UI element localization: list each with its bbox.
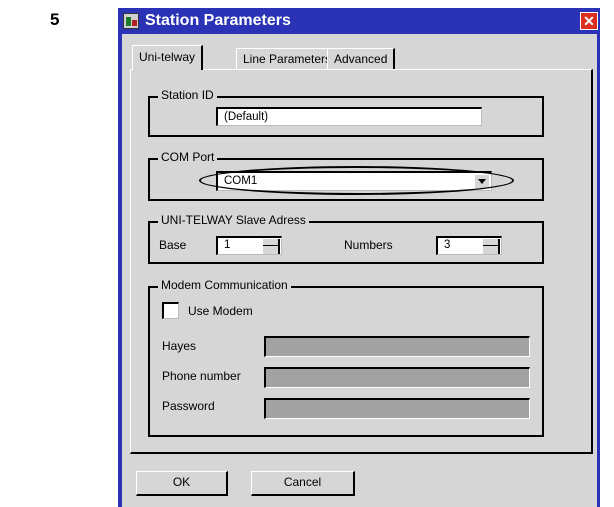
group-label: Station ID xyxy=(158,88,217,102)
spinner-buttons[interactable] xyxy=(483,239,500,254)
cancel-button[interactable]: Cancel xyxy=(251,471,355,496)
numbers-spinner[interactable]: 3 xyxy=(436,236,502,255)
base-value: 1 xyxy=(224,239,231,251)
phone-number-field xyxy=(264,367,530,388)
tab-label: Uni-telway xyxy=(139,50,196,64)
window-title: Station Parameters xyxy=(145,12,291,29)
hayes-field xyxy=(264,336,530,357)
title-bar[interactable]: Station Parameters ✕ xyxy=(118,8,600,34)
highlight-oval xyxy=(199,166,514,195)
tab-uni-telway[interactable]: Uni-telway xyxy=(132,45,204,70)
group-label: Modem Communication xyxy=(158,278,291,292)
tab-line-parameters[interactable]: Line Parameters xyxy=(236,48,340,69)
base-spinner[interactable]: 1 xyxy=(216,236,282,255)
numbers-value: 3 xyxy=(444,239,451,251)
tab-label: Advanced xyxy=(334,52,388,66)
tab-label: Line Parameters xyxy=(243,52,332,66)
close-icon[interactable]: ✕ xyxy=(580,12,598,30)
use-modem-checkbox[interactable] xyxy=(162,302,179,319)
app-icon xyxy=(123,13,139,29)
dialog-body: Line Parameters Advanced Uni-telway Stat… xyxy=(122,34,597,507)
password-label: Password xyxy=(162,399,215,413)
tab-advanced[interactable]: Advanced xyxy=(327,48,396,69)
ok-button[interactable]: OK xyxy=(136,471,228,496)
use-modem-label: Use Modem xyxy=(188,304,253,318)
group-label: COM Port xyxy=(158,150,218,164)
station-parameters-dialog: Station Parameters ✕ Line Parameters Adv… xyxy=(118,8,600,507)
phone-number-label: Phone number xyxy=(162,369,241,383)
numbers-label: Numbers xyxy=(344,238,393,252)
step-number: 5 xyxy=(50,10,60,29)
spinner-buttons[interactable] xyxy=(263,239,280,254)
station-id-field[interactable]: (Default) xyxy=(216,107,482,126)
base-label: Base xyxy=(159,238,187,252)
group-label: UNI-TELWAY Slave Adress xyxy=(158,213,309,227)
password-field xyxy=(264,398,530,419)
hayes-label: Hayes xyxy=(162,339,197,353)
